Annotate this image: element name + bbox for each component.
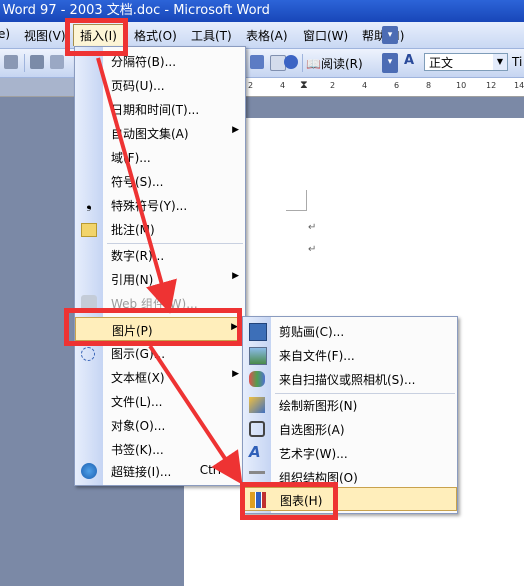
highlight-box-picture	[64, 308, 242, 346]
menu-item-label: 来自扫描仪或照相机(S)...	[279, 373, 416, 387]
menu-item-autotext[interactable]: 自动图文集(A) ▶	[75, 121, 245, 145]
highlight-box-insert	[65, 18, 128, 56]
scanner-camera-icon	[249, 371, 265, 387]
search-icon[interactable]	[50, 55, 64, 69]
ruler-number: 2	[248, 81, 254, 90]
toolbar-separator	[24, 54, 25, 72]
print-preview-icon[interactable]	[30, 55, 44, 69]
wordart-icon: A	[249, 443, 261, 461]
menu-item-bookmark[interactable]: 书签(K)...	[75, 437, 245, 461]
menu-window[interactable]: 窗口(W)	[303, 27, 348, 44]
menu-item-page-numbers[interactable]: 页码(U)...	[75, 73, 245, 97]
submenu-arrow-icon: ▶	[232, 125, 239, 135]
menu-item-shortcut: Ctrl+K	[199, 463, 239, 477]
menu-item-label: 超链接(I)...	[111, 465, 172, 479]
menu-item-label: 来自文件(F)...	[279, 349, 355, 363]
print-icon[interactable]	[4, 55, 18, 69]
ruler-number: 10	[456, 81, 467, 90]
new-drawing-icon	[249, 397, 265, 413]
toolbar-options-icon[interactable]: ▾	[382, 53, 398, 73]
submenu-arrow-icon: ▶	[232, 369, 239, 379]
menu-item-label: 数字(R)...	[111, 249, 165, 263]
menu-item-label: 域(F)...	[111, 151, 151, 165]
ruler-number: 8	[426, 81, 432, 90]
menu-item-label: 文件(L)...	[111, 395, 163, 409]
toolbar-options-icon[interactable]: ▾	[382, 26, 398, 44]
table-icon[interactable]	[250, 55, 264, 69]
reading-label: 阅读(R)	[320, 57, 363, 71]
menu-item-label: 艺术字(W)...	[279, 447, 348, 461]
menu-item-hyperlink[interactable]: 超链接(I)... Ctrl+K	[75, 459, 245, 483]
menu-item-label: 特殊符号(Y)...	[111, 199, 188, 213]
menu-item-from-file[interactable]: 来自文件(F)...	[243, 343, 457, 367]
menu-item-label: 剪贴画(C)...	[279, 325, 345, 339]
menu-item-comment[interactable]: 批注(M)	[75, 217, 245, 241]
menu-table[interactable]: 表格(A)	[246, 27, 288, 44]
diagram-icon	[81, 347, 95, 361]
menu-item-label: 绘制新图形(N)	[279, 399, 358, 413]
indent-marker-icon[interactable]: ⧗	[300, 78, 308, 92]
menu-item-label: 页码(U)...	[111, 79, 165, 93]
menu-item-wordart[interactable]: A 艺术字(W)...	[243, 441, 457, 465]
reading-layout-button[interactable]: 📖阅读(R)	[306, 55, 363, 72]
menu-item-label: 引用(N)	[111, 273, 154, 287]
highlight-box-chart	[240, 482, 338, 520]
menu-item-label: 文本框(X)	[111, 371, 165, 385]
ruler-number: 2	[330, 81, 336, 90]
menu-edit[interactable]: e)	[0, 27, 10, 41]
ruler-number: 12	[486, 81, 497, 90]
menu-item-clip-art[interactable]: 剪贴画(C)...	[243, 319, 457, 343]
special-symbol-icon: ❟	[86, 196, 92, 212]
styles-icon[interactable]: A	[404, 53, 414, 68]
insert-menu: 分隔符(B)... 页码(U)... 日期和时间(T)... 自动图文集(A) …	[74, 46, 246, 486]
reading-layout-icon: 📖	[306, 57, 321, 71]
menu-item-label: 自选图形(A)	[279, 423, 345, 437]
menu-format[interactable]: 格式(O)	[134, 27, 177, 44]
help-icon[interactable]	[284, 55, 298, 69]
style-select-value: 正文	[429, 56, 454, 70]
menu-item-number[interactable]: 数字(R)...	[75, 243, 245, 267]
menu-item-field[interactable]: 域(F)...	[75, 145, 245, 169]
menu-view[interactable]: 视图(V)	[24, 27, 66, 44]
menu-tools[interactable]: 工具(T)	[191, 27, 232, 44]
clip-art-icon	[249, 323, 267, 341]
ruler-number: 4	[362, 81, 368, 90]
menu-item-special-symbol[interactable]: ❟ 特殊符号(Y)...	[75, 193, 245, 217]
menu-item-from-scanner[interactable]: 来自扫描仪或照相机(S)...	[243, 367, 457, 391]
hyperlink-icon	[81, 463, 97, 479]
ruler-number: 6	[394, 81, 400, 90]
menu-item-object[interactable]: 对象(O)...	[75, 413, 245, 437]
margin-corner-mark	[286, 190, 307, 211]
menu-item-reference[interactable]: 引用(N) ▶	[75, 267, 245, 291]
toolbar-separator	[302, 54, 303, 72]
menu-item-symbol[interactable]: 符号(S)...	[75, 169, 245, 193]
submenu-arrow-icon: ▶	[232, 271, 239, 281]
menu-item-label: 符号(S)...	[111, 175, 164, 189]
menu-item-file[interactable]: 文件(L)...	[75, 389, 245, 413]
menu-item-label: 批注(M)	[111, 223, 155, 237]
paragraph-mark: ↵	[308, 222, 317, 233]
menu-item-text-box[interactable]: 文本框(X) ▶	[75, 365, 245, 389]
style-select[interactable]: 正文 ▼	[424, 53, 508, 71]
menu-item-label: 对象(O)...	[111, 419, 166, 433]
chevron-down-icon[interactable]: ▼	[493, 54, 507, 70]
font-select-partial[interactable]: Ti	[512, 55, 522, 69]
window-title: : Word 97 - 2003 文档.doc - Microsoft Word	[0, 3, 270, 18]
autoshapes-icon	[249, 421, 265, 437]
paragraph-mark: ↵	[308, 244, 317, 255]
picture-file-icon	[249, 347, 267, 365]
menu-item-label: 日期和时间(T)...	[111, 103, 200, 117]
menu-item-label: 图示(G)...	[111, 347, 166, 361]
menu-item-autoshapes[interactable]: 自选图形(A)	[243, 417, 457, 441]
menu-item-label: 自动图文集(A)	[111, 127, 189, 141]
comment-icon	[81, 223, 97, 237]
menu-item-label: 书签(K)...	[111, 443, 164, 457]
menu-item-new-drawing[interactable]: 绘制新图形(N)	[243, 393, 457, 417]
ruler-number: 14	[514, 81, 524, 90]
ruler-number: 4	[280, 81, 286, 90]
menu-item-date-time[interactable]: 日期和时间(T)...	[75, 97, 245, 121]
